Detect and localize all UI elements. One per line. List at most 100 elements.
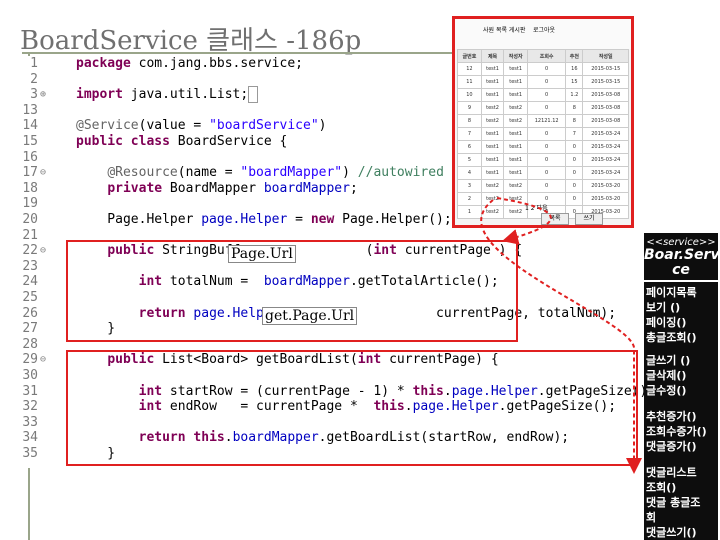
table-cell: 0 <box>527 62 567 76</box>
list-button[interactable]: 목록 <box>541 213 569 225</box>
table-cell: 2015-03-08 <box>582 88 629 102</box>
service-method: 글쓰기 () <box>646 354 691 367</box>
service-class-box: <<service>> Boar.Servi ce 페이지목록 보기 () 페이징(… <box>644 233 720 540</box>
table-cell: 6 <box>457 140 482 154</box>
table-row[interactable]: 7 test1 test1 0 7 2015-03-24 <box>457 127 629 141</box>
service-method: 추천증가() <box>646 410 697 423</box>
service-divider <box>644 280 718 282</box>
table-row[interactable]: 5 test1 test1 0 0 2015-03-24 <box>457 153 629 167</box>
method-group-comment: 댓글리스트 조회() 댓글 총글조 회 댓글쓰기() <box>646 465 700 540</box>
column-header: 작성일 <box>582 49 629 63</box>
table-cell: test1 <box>503 88 529 102</box>
fold-toggle-icon[interactable]: ⊖ <box>40 165 46 181</box>
column-header: 작성자 <box>503 49 529 63</box>
table-cell: 15 <box>565 75 584 89</box>
title-underline <box>22 52 452 54</box>
table-cell: 4 <box>457 166 482 180</box>
line-number: 17 <box>22 165 38 181</box>
table-row[interactable]: 8 test2 test2 12121.12 8 2015-03-08 <box>457 114 629 128</box>
table-cell: 1 <box>457 205 482 219</box>
code-text: Page.Helper page.Helper = new Page.Helpe… <box>76 212 452 227</box>
table-cell: test2 <box>480 101 505 115</box>
table-cell: 0 <box>527 140 567 154</box>
line-number: 34 <box>22 430 38 446</box>
fold-toggle-icon[interactable]: ⊖ <box>40 352 46 368</box>
line-number: 27 <box>22 321 38 337</box>
service-class-name: Boar.Servi ce <box>644 247 720 278</box>
service-method: 댓글증가() <box>646 440 697 453</box>
fold-toggle-icon[interactable]: ⊖ <box>40 243 46 259</box>
table-cell: 8 <box>457 114 482 128</box>
table-row[interactable]: 11 test1 test1 0 15 2015-03-15 <box>457 75 629 89</box>
line-number: 32 <box>22 399 38 415</box>
service-method: 댓글리스트 <box>646 466 697 479</box>
code-text: @Resource(name = "boardMapper") //autowi… <box>107 165 444 181</box>
page-url-method-highlight <box>66 240 518 342</box>
pagination[interactable]: 1 2 다음 <box>525 203 548 212</box>
code-text: import java.util.List; <box>76 86 259 104</box>
table-cell: test2 <box>480 192 505 206</box>
table-cell: 2015-03-15 <box>582 75 629 89</box>
service-method: 조회() <box>646 481 677 494</box>
table-row[interactable]: 12 test1 test1 0 16 2015-03-15 <box>457 62 629 76</box>
table-cell: 2015-03-15 <box>582 62 629 76</box>
write-button[interactable]: 쓰기 <box>575 213 603 225</box>
line-number: 16 <box>22 149 38 165</box>
service-method: 조회수증가() <box>646 425 707 438</box>
table-cell: test1 <box>503 62 529 76</box>
table-row[interactable]: 9 test2 test2 0 8 2015-03-08 <box>457 101 629 115</box>
table-row[interactable]: 6 test1 test1 0 0 2015-03-24 <box>457 140 629 154</box>
service-method: 글삭제() <box>646 369 687 382</box>
table-cell: 2015-03-24 <box>582 153 629 167</box>
table-cell: test1 <box>480 75 505 89</box>
column-header: 추천 <box>565 49 584 63</box>
table-cell: test1 <box>480 62 505 76</box>
column-header: 조회수 <box>527 49 567 63</box>
tab-logout[interactable]: 로그아웃 <box>533 25 555 34</box>
table-cell: test2 <box>480 205 505 219</box>
service-method: 글수정() <box>646 384 687 397</box>
table-cell: 2015-03-24 <box>582 166 629 180</box>
table-cell: 8 <box>565 101 584 115</box>
table-row[interactable]: 4 test1 test1 0 0 2015-03-24 <box>457 166 629 180</box>
line-number: 13 <box>22 102 38 118</box>
table-cell: 16 <box>565 62 584 76</box>
table-cell: 0 <box>527 75 567 89</box>
table-cell: test1 <box>480 88 505 102</box>
table-cell: test1 <box>503 166 529 180</box>
line-number: 33 <box>22 414 38 430</box>
service-method: 회 <box>646 511 657 524</box>
table-cell: 7 <box>565 127 584 141</box>
code-text: package com.jang.bbs.service; <box>76 56 303 71</box>
board-list-method-highlight <box>66 350 638 466</box>
service-method: 총글조회() <box>646 331 697 344</box>
table-cell: 0 <box>527 153 567 167</box>
line-number: 22 <box>22 243 38 259</box>
table-cell: 8 <box>565 114 584 128</box>
line-number: 15 <box>22 134 38 149</box>
line-number: 2 <box>30 71 38 87</box>
table-cell: test2 <box>503 114 529 128</box>
table-cell: test2 <box>480 114 505 128</box>
column-header: 글번호 <box>457 49 482 63</box>
table-row[interactable]: 3 test2 test2 0 0 2015-03-20 <box>457 179 629 193</box>
line-number: 28 <box>22 336 38 352</box>
table-cell: test1 <box>503 153 529 167</box>
table-row[interactable]: 10 test1 test1 0 1.2 2015-03-08 <box>457 88 629 102</box>
tab-board-list[interactable]: 사원 목록 게시판 <box>483 25 525 34</box>
table-cell: 0 <box>565 192 584 206</box>
board-table: 글번호 제목 작성자 조회수 추천 작성일 12 test1 test1 0 16 2015-03-… <box>457 49 629 219</box>
fold-toggle-icon[interactable]: ⊕ <box>40 87 46 103</box>
table-cell: 2015-03-08 <box>582 101 629 115</box>
table-cell: 0 <box>565 140 584 154</box>
table-cell: 10 <box>457 88 482 102</box>
table-cell: test1 <box>480 127 505 141</box>
table-cell: 2015-03-24 <box>582 140 629 154</box>
method-group-write: 글쓰기 () 글삭제() 글수정() <box>646 353 690 398</box>
line-number: 20 <box>22 212 38 227</box>
line-number: 1 <box>30 56 38 71</box>
table-cell: test1 <box>480 166 505 180</box>
table-cell: 2015-03-20 <box>582 192 629 206</box>
line-number: 26 <box>22 305 38 321</box>
table-cell: test1 <box>480 153 505 167</box>
